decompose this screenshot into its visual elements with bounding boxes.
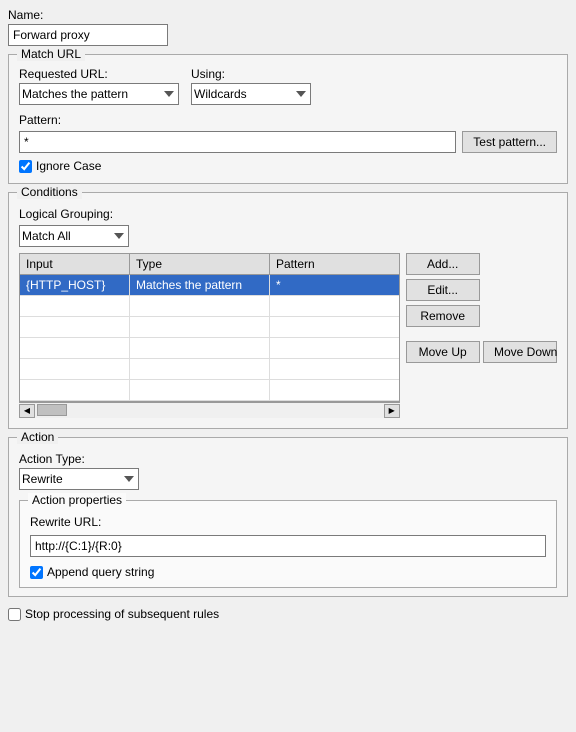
requested-url-select[interactable]: Matches the pattern Does not match the p…	[19, 83, 179, 105]
requested-url-label: Requested URL:	[19, 67, 179, 81]
cell-pattern: *	[270, 275, 399, 295]
logical-grouping-select[interactable]: Match All Match Any	[19, 225, 129, 247]
stop-processing-row: Stop processing of subsequent rules	[8, 607, 568, 621]
table-row[interactable]: {HTTP_HOST} Matches the pattern *	[20, 275, 399, 296]
action-legend: Action	[17, 430, 58, 444]
rewrite-url-input[interactable]	[30, 535, 546, 557]
logical-grouping-label: Logical Grouping:	[19, 207, 557, 221]
rewrite-url-label: Rewrite URL:	[30, 515, 546, 529]
action-properties-box: Action properties Rewrite URL: Append qu…	[19, 500, 557, 588]
empty-cell	[20, 380, 130, 400]
empty-cell	[270, 359, 399, 379]
empty-cell	[270, 338, 399, 358]
pattern-input[interactable]	[19, 131, 456, 153]
remove-condition-button[interactable]: Remove	[406, 305, 480, 327]
append-query-string-label: Append query string	[47, 565, 154, 579]
col-input: Input	[20, 254, 130, 274]
empty-cell	[20, 317, 130, 337]
horizontal-scrollbar[interactable]: ◀ ▶	[19, 402, 400, 418]
move-buttons: Move Up Move Down	[406, 341, 557, 367]
conditions-table-wrap: Input Type Pattern {HTTP_HOST} Matches t…	[19, 253, 557, 418]
col-type: Type	[130, 254, 270, 274]
ignore-case-label: Ignore Case	[36, 159, 101, 173]
requested-url-group: Requested URL: Matches the pattern Does …	[19, 67, 179, 105]
using-label: Using:	[191, 67, 311, 81]
ignore-case-checkbox[interactable]	[19, 160, 32, 173]
pattern-label: Pattern:	[19, 113, 557, 127]
action-content: Action Type: Rewrite Redirect Custom Res…	[19, 452, 557, 588]
empty-cell	[20, 296, 130, 316]
empty-cell	[270, 317, 399, 337]
scrollbar-thumb[interactable]	[37, 404, 67, 416]
cell-input: {HTTP_HOST}	[20, 275, 130, 295]
name-input[interactable]	[8, 24, 168, 46]
scroll-right-arrow[interactable]: ▶	[384, 404, 400, 418]
move-up-button[interactable]: Move Up	[406, 341, 480, 363]
action-properties-legend: Action properties	[28, 493, 126, 507]
append-query-string-checkbox[interactable]	[30, 566, 43, 579]
scroll-left-arrow[interactable]: ◀	[19, 404, 35, 418]
conditions-button-col: Add... Edit... Remove Move Up Move Down	[406, 253, 557, 418]
pattern-group: Pattern: Test pattern...	[19, 113, 557, 153]
match-url-legend: Match URL	[17, 47, 85, 61]
conditions-section: Conditions Logical Grouping: Match All M…	[8, 192, 568, 429]
empty-row	[20, 338, 399, 359]
empty-cell	[20, 359, 130, 379]
empty-row	[20, 296, 399, 317]
scrollbar-track[interactable]	[37, 404, 382, 418]
empty-cell	[130, 317, 270, 337]
conditions-legend: Conditions	[17, 185, 82, 199]
using-select[interactable]: Wildcards Regular Expressions Exact Matc…	[191, 83, 311, 105]
empty-cell	[20, 338, 130, 358]
ignore-case-row: Ignore Case	[19, 159, 557, 173]
empty-row	[20, 380, 399, 401]
col-pattern: Pattern	[270, 254, 399, 274]
pattern-row: Test pattern...	[19, 131, 557, 153]
match-url-section: Match URL Requested URL: Matches the pat…	[8, 54, 568, 184]
empty-row	[20, 359, 399, 380]
add-condition-button[interactable]: Add...	[406, 253, 480, 275]
empty-cell	[130, 380, 270, 400]
cell-type: Matches the pattern	[130, 275, 270, 295]
empty-cell	[270, 380, 399, 400]
conditions-table-container: Input Type Pattern {HTTP_HOST} Matches t…	[19, 253, 400, 418]
empty-cell	[130, 338, 270, 358]
stop-processing-label: Stop processing of subsequent rules	[25, 607, 219, 621]
empty-cell	[270, 296, 399, 316]
stop-processing-checkbox[interactable]	[8, 608, 21, 621]
action-section: Action Action Type: Rewrite Redirect Cus…	[8, 437, 568, 597]
empty-cell	[130, 296, 270, 316]
append-query-string-row: Append query string	[30, 565, 546, 579]
move-down-button[interactable]: Move Down	[483, 341, 557, 363]
test-pattern-button[interactable]: Test pattern...	[462, 131, 557, 153]
name-label: Name:	[8, 8, 568, 22]
empty-row	[20, 317, 399, 338]
table-header: Input Type Pattern	[20, 254, 399, 275]
name-section: Name:	[8, 8, 568, 46]
action-type-select[interactable]: Rewrite Redirect Custom Response Abort R…	[19, 468, 139, 490]
action-type-label: Action Type:	[19, 452, 557, 466]
conditions-table: Input Type Pattern {HTTP_HOST} Matches t…	[19, 253, 400, 402]
using-group: Using: Wildcards Regular Expressions Exa…	[191, 67, 311, 105]
edit-condition-button[interactable]: Edit...	[406, 279, 480, 301]
empty-cell	[130, 359, 270, 379]
